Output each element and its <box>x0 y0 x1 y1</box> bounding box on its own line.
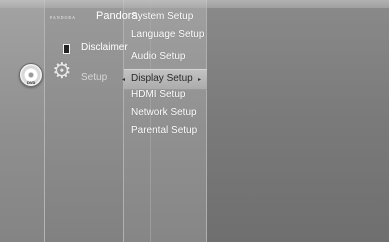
menu-item-system-setup[interactable]: System Setup <box>131 11 193 22</box>
left-arrow-icon: ◂ <box>122 77 126 83</box>
pandora-logo: PANDORA <box>50 15 76 20</box>
document-icon <box>63 44 70 54</box>
setup-screen: DVD PANDORA Pandora Disclaimer ⚙ Setup ◂… <box>0 0 389 242</box>
left-column <box>0 0 45 242</box>
menu-item-network-setup[interactable]: Network Setup <box>131 107 197 118</box>
disc-label: DVD <box>27 80 36 85</box>
menu-item-audio-setup[interactable]: Audio Setup <box>131 51 186 62</box>
menu-item-language-setup[interactable]: Language Setup <box>131 29 204 40</box>
menu-item-setup[interactable]: Setup <box>81 72 107 83</box>
menu-item-disclaimer[interactable]: Disclaimer <box>81 42 128 53</box>
right-arrow-icon: ▸ <box>198 77 202 83</box>
menu-item-parental-setup[interactable]: Parental Setup <box>131 125 197 136</box>
menu-item-hdmi-setup[interactable]: HDMI Setup <box>131 89 185 100</box>
menu-item-display-setup[interactable]: Display Setup <box>131 73 193 84</box>
top-band <box>0 0 389 8</box>
content-panel <box>207 0 389 242</box>
gear-icon[interactable]: ⚙ <box>52 59 75 82</box>
category-column <box>45 0 124 242</box>
